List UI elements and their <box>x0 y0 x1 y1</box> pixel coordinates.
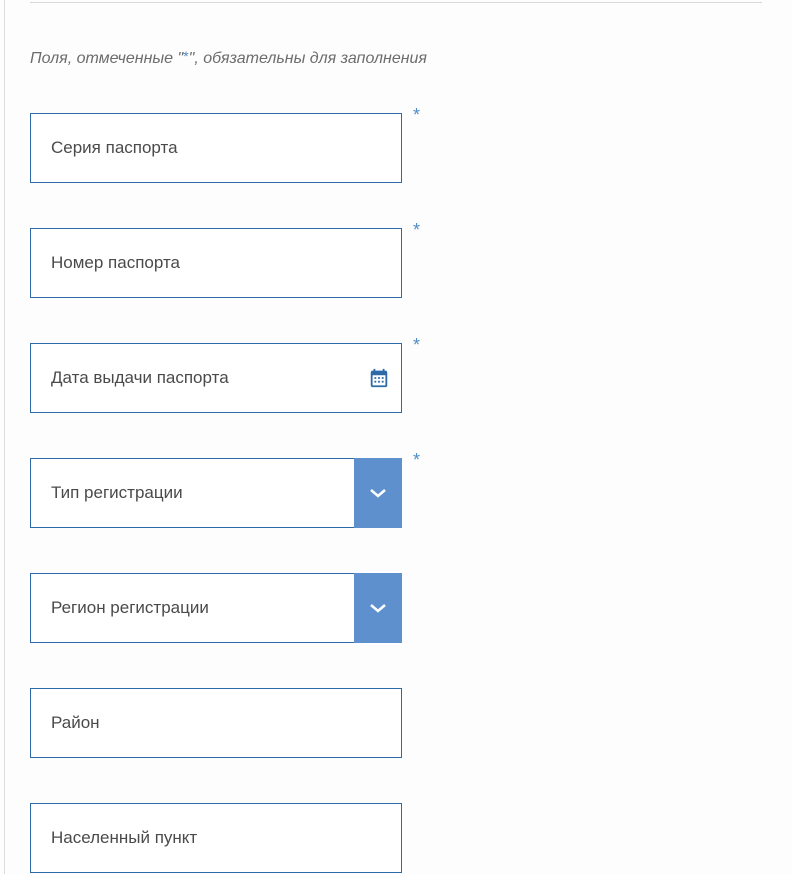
hint-asterisk: * <box>183 48 188 64</box>
input-wrapper <box>30 688 402 758</box>
field-passport-series: * <box>30 113 402 183</box>
form-content: Поля, отмеченные "*", обязательны для за… <box>0 0 792 873</box>
select-wrapper[interactable] <box>30 458 402 528</box>
field-settlement <box>30 803 402 873</box>
top-divider <box>30 2 762 3</box>
chevron-down-icon[interactable] <box>354 573 402 643</box>
registration-region-select[interactable] <box>31 574 401 642</box>
input-wrapper <box>30 228 402 298</box>
required-fields-hint: Поля, отмеченные "*", обязательны для за… <box>30 50 762 68</box>
passport-number-input[interactable] <box>31 229 401 297</box>
passport-series-input[interactable] <box>31 114 401 182</box>
input-wrapper <box>30 113 402 183</box>
hint-suffix: ", обязательны для заполнения <box>189 50 427 67</box>
input-wrapper <box>30 803 402 873</box>
field-passport-issue-date: * <box>30 343 402 413</box>
required-asterisk: * <box>413 335 420 356</box>
required-asterisk: * <box>413 220 420 241</box>
input-wrapper <box>30 343 402 413</box>
chevron-down-icon[interactable] <box>354 458 402 528</box>
field-passport-number: * <box>30 228 402 298</box>
hint-prefix: Поля, отмеченные " <box>30 50 183 67</box>
passport-issue-date-input[interactable] <box>31 344 357 412</box>
district-input[interactable] <box>31 689 401 757</box>
registration-type-select[interactable] <box>31 459 401 527</box>
settlement-input[interactable] <box>31 804 401 872</box>
field-registration-region <box>30 573 402 643</box>
select-wrapper[interactable] <box>30 573 402 643</box>
calendar-icon[interactable] <box>357 344 401 412</box>
field-registration-type: * <box>30 458 402 528</box>
required-asterisk: * <box>413 450 420 471</box>
field-district <box>30 688 402 758</box>
required-asterisk: * <box>413 105 420 126</box>
left-border <box>4 0 5 874</box>
